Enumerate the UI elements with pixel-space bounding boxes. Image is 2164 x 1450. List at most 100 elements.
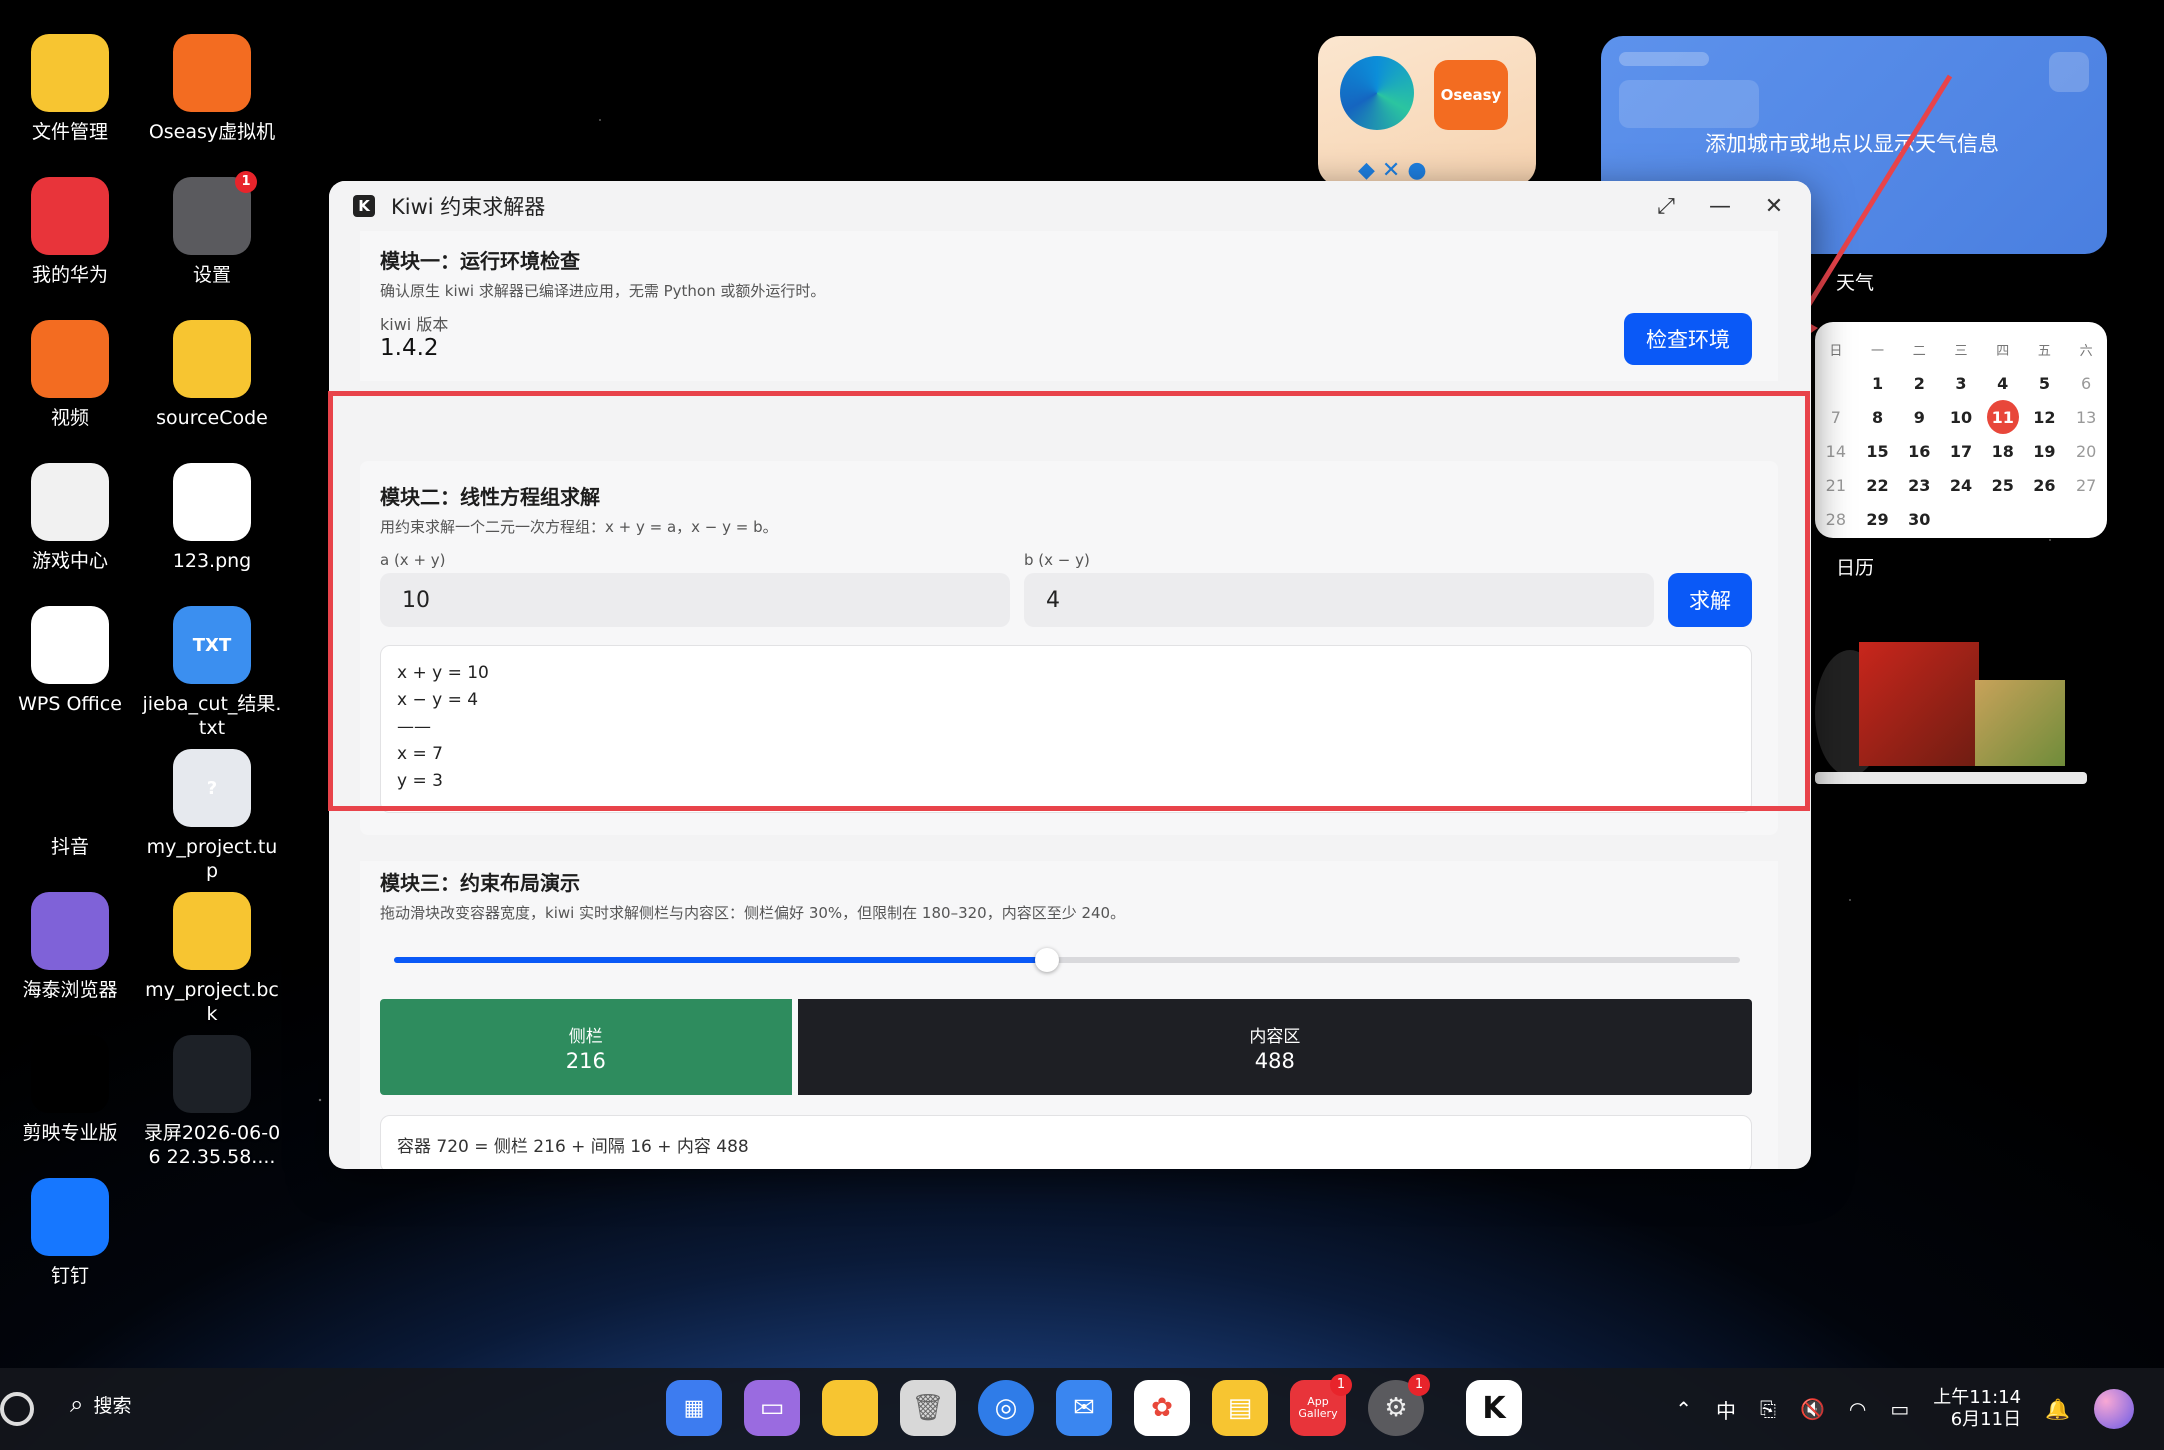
desktop-icon-unknown-file[interactable]: ? my_project.tup (142, 749, 282, 883)
calendar-day[interactable]: 27 (2065, 468, 2107, 502)
desktop-icon-settings[interactable]: 1 设置 (142, 171, 282, 287)
a-input[interactable]: 10 (380, 573, 1010, 627)
desktop-icon-video-file[interactable]: 录屏2026-06-06 22.35.58.... (142, 1035, 282, 1169)
kiwi-app-icon[interactable]: K (1466, 1380, 1522, 1436)
desktop-icon-label: jieba_cut_结果.txt (142, 693, 282, 739)
calendar-day[interactable]: 29 (1857, 502, 1899, 536)
home-icon[interactable] (0, 1392, 34, 1426)
bell-icon[interactable]: 🔔 (2045, 1397, 2070, 1421)
calendar-day[interactable]: 21 (1815, 468, 1857, 502)
solve-button[interactable]: 求解 (1668, 573, 1752, 627)
calendar-weekday: 四 (1996, 343, 2010, 359)
mail-icon[interactable]: ✉ (1056, 1380, 1112, 1436)
calendar-day[interactable]: 1 (1857, 366, 1899, 400)
clock[interactable]: 上午11:14 6月11日 (1933, 1387, 2021, 1431)
app-folder-widget[interactable]: Oseasy ◆ ✕ ● (1318, 36, 1536, 186)
calendar-day[interactable]: 14 (1815, 434, 1857, 468)
desktop-icon-vm[interactable]: Oseasy虚拟机 (142, 34, 282, 144)
calendar-day[interactable]: 28 (1815, 502, 1857, 536)
calendar-day[interactable]: 17 (1940, 434, 1982, 468)
calendar-day[interactable]: 18 (1982, 434, 2024, 468)
album-cover-2-icon (1975, 680, 2065, 766)
calendar-day[interactable]: 9 (1898, 400, 1940, 434)
taskbar: ⌕ 搜索 ▦ ▭ 🗑 ◎ ✉ ✿ ▤ App Gallery 1 ⚙ 1 K ⌃ 中… (0, 1368, 2164, 1450)
desktop-icon-video[interactable]: 视频 (0, 320, 140, 430)
gamepad-icon (31, 463, 109, 541)
check-env-button[interactable]: 检查环境 (1624, 313, 1752, 365)
desktop-icon-capcut[interactable]: 剪映专业版 (0, 1035, 140, 1145)
calendar-day[interactable]: 10 (1940, 400, 1982, 434)
desktop-icon-huawei[interactable]: 我的华为 (0, 177, 140, 287)
calendar-weekday: 六 (2079, 343, 2093, 359)
calendar-today[interactable]: 11 (1986, 400, 2019, 434)
calendar-day[interactable]: 7 (1815, 400, 1857, 434)
notes-icon[interactable]: ▤ (1212, 1380, 1268, 1436)
chevron-up-icon[interactable]: ⌃ (1675, 1397, 1692, 1421)
battery-icon[interactable]: ▭ (1890, 1397, 1909, 1421)
calendar-day[interactable]: 19 (2024, 434, 2066, 468)
calendar-day[interactable]: 5 (2024, 366, 2066, 400)
calendar-day[interactable]: 12 (2024, 400, 2066, 434)
calendar-day[interactable]: 8 (1857, 400, 1899, 434)
assistant-icon[interactable] (2094, 1389, 2134, 1429)
calendar-day[interactable]: 4 (1982, 366, 2024, 400)
calendar-day[interactable]: 24 (1940, 468, 1982, 502)
desktop-icon-wps[interactable]: WPS Office (0, 606, 140, 716)
sidebar-block-label: 侧栏 (568, 1026, 603, 1047)
calendar-day[interactable]: 6 (2065, 366, 2107, 400)
calendar-day[interactable]: 16 (1898, 434, 1940, 468)
capcut-icon (31, 1035, 109, 1113)
settings-icon[interactable]: ⚙ 1 (1368, 1374, 1430, 1436)
calendar-day[interactable]: 11 (1982, 400, 2024, 434)
desktop-icon-folder[interactable]: 文件管理 (0, 34, 140, 144)
trash-icon[interactable]: 🗑 (900, 1380, 956, 1436)
music-widget[interactable] (1815, 640, 2087, 790)
desktop-icon-folder[interactable]: sourceCode (142, 320, 282, 430)
browser-icon[interactable]: ◎ (978, 1380, 1034, 1436)
desktop-icon-label: 抖音 (50, 836, 89, 858)
calendar-day[interactable]: 25 (1982, 468, 2024, 502)
width-slider[interactable] (394, 948, 1740, 972)
calendar-day[interactable]: 26 (2024, 468, 2066, 502)
vscode-icon: ◆ ✕ ● (1358, 158, 1427, 183)
image-file-icon (173, 463, 251, 541)
wifi-icon[interactable]: ◠ (1849, 1397, 1866, 1421)
calendar-day[interactable]: 3 (1940, 366, 1982, 400)
module3-desc: 拖动滑块改变容器宽度，kiwi 实时求解侧栏与内容区：侧栏偏好 30%，但限制在… (380, 904, 1126, 922)
desktop-icon-tiktok[interactable]: 抖音 (0, 749, 140, 859)
desktop-icon-browser[interactable]: 海泰浏览器 (0, 892, 140, 1002)
desktop-icon-gamepad[interactable]: 游戏中心 (0, 463, 140, 573)
close-icon[interactable]: ✕ (1761, 193, 1787, 219)
desktop-icon-folder[interactable]: my_project.bck (142, 892, 282, 1026)
desktop-icon-label: my_project.bck (145, 979, 279, 1025)
gallery-icon[interactable]: ✿ (1134, 1380, 1190, 1436)
app-gallery-icon[interactable]: App Gallery 1 (1290, 1374, 1352, 1436)
calendar-day[interactable]: 15 (1857, 434, 1899, 468)
module1-card: 模块一：运行环境检查 确认原生 kiwi 求解器已编译进应用，无需 Python… (360, 231, 1778, 381)
calendar-day[interactable]: 2 (1898, 366, 1940, 400)
files-icon[interactable] (822, 1380, 878, 1436)
calendar-day[interactable]: 13 (2065, 400, 2107, 434)
app-center-icon[interactable]: ▦ (666, 1380, 722, 1436)
tiktok-icon (31, 749, 109, 827)
calendar-day[interactable] (1815, 366, 1857, 400)
maximize-icon[interactable]: ⤢ (1653, 193, 1679, 219)
desktop-icon-txt-file[interactable]: TXT jieba_cut_结果.txt (142, 606, 282, 740)
minimize-icon[interactable]: — (1707, 193, 1733, 219)
title-bar[interactable]: K Kiwi 约束求解器 ⤢ — ✕ (329, 181, 1811, 231)
slider-thumb[interactable] (1034, 948, 1059, 972)
calendar-day[interactable]: 22 (1857, 468, 1899, 502)
desktop-icon-dingtalk[interactable]: 钉钉 (0, 1178, 140, 1288)
calendar-day[interactable]: 20 (2065, 434, 2107, 468)
ime-indicator[interactable]: 中 (1716, 1395, 1736, 1424)
desktop-icon-label: 钉钉 (50, 1265, 89, 1287)
calendar-day[interactable]: 30 (1898, 502, 1940, 536)
desktop-icon-label: 我的华为 (31, 264, 108, 286)
multitask-icon[interactable]: ▭ (744, 1380, 800, 1436)
taskbar-search[interactable]: ⌕ 搜索 (70, 1390, 131, 1418)
b-input[interactable]: 4 (1024, 573, 1654, 627)
clipboard-icon[interactable]: ⎘ (1760, 1397, 1776, 1421)
volume-icon[interactable]: 🔇 (1800, 1397, 1825, 1421)
calendar-day[interactable]: 23 (1898, 468, 1940, 502)
desktop-icon-image-file[interactable]: 123.png (142, 463, 282, 573)
